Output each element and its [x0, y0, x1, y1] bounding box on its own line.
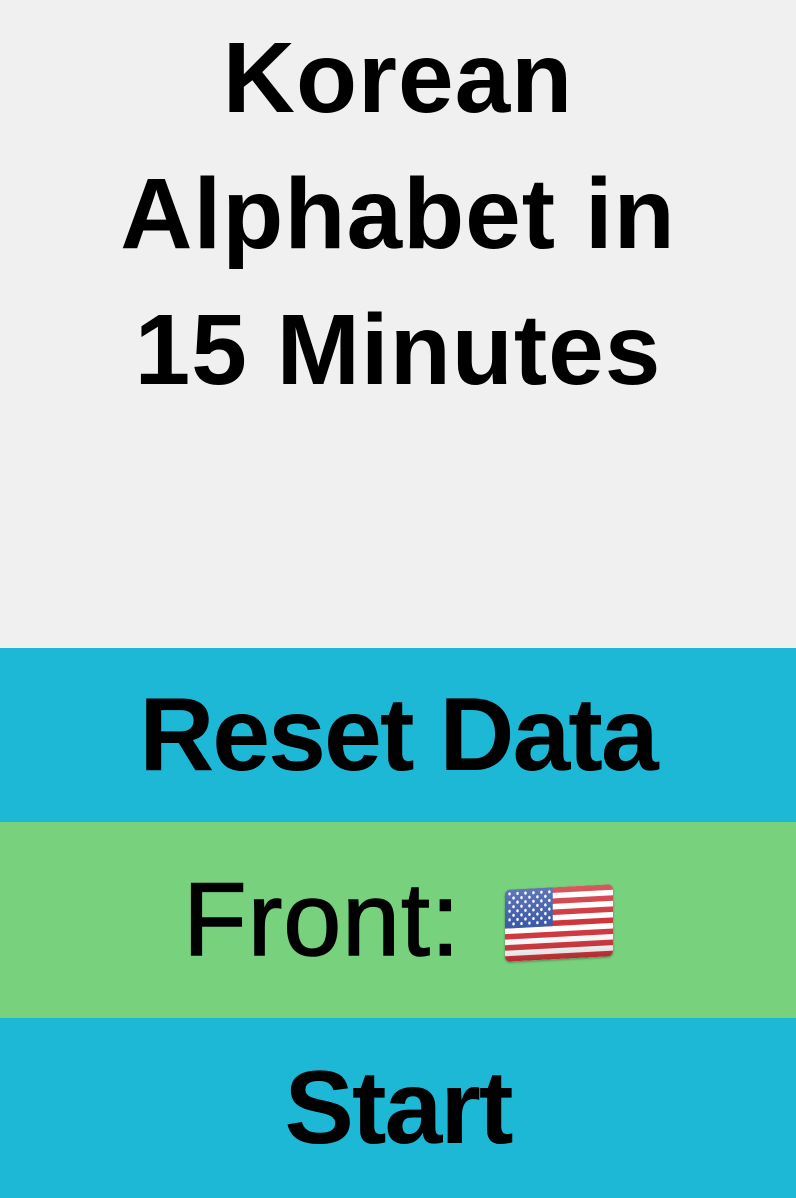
title-line-3: 15 Minutes: [134, 294, 662, 406]
title-line-1: Korean: [222, 22, 574, 134]
front-language-button[interactable]: Front:: [0, 822, 796, 1018]
us-flag-icon: [504, 884, 613, 962]
start-button[interactable]: Start: [0, 1018, 796, 1198]
title-line-2: Alphabet in: [120, 158, 676, 270]
reset-data-button[interactable]: Reset Data: [0, 648, 796, 822]
page-title: Korean Alphabet in 15 Minutes: [0, 10, 796, 418]
reset-data-label: Reset Data: [139, 676, 659, 793]
start-label: Start: [284, 1049, 514, 1166]
title-area: Korean Alphabet in 15 Minutes: [0, 0, 796, 648]
front-label: Front:: [182, 861, 461, 979]
